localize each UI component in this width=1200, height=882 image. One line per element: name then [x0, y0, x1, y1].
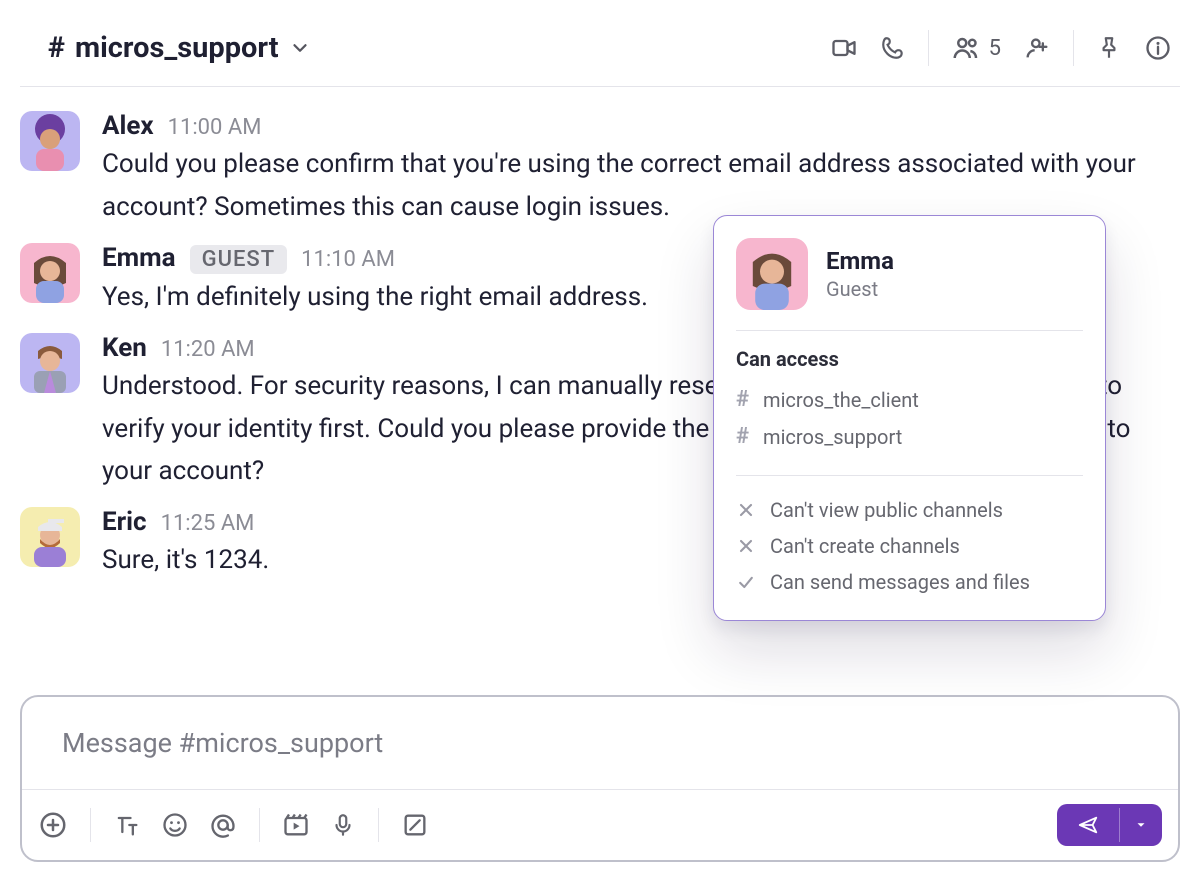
hash-icon: # [48, 31, 65, 65]
popover-permission-item: Can't create channels [736, 528, 1083, 564]
attach-icon[interactable] [38, 810, 68, 840]
check-icon [736, 572, 756, 592]
send-options-icon[interactable] [1119, 808, 1162, 842]
channel-header: # micros_support 5 [20, 20, 1180, 87]
members-button[interactable]: 5 [951, 33, 1001, 63]
info-icon[interactable] [1144, 34, 1172, 62]
avatar [736, 238, 808, 310]
popover-permission-item: Can send messages and files [736, 564, 1083, 600]
composer-toolbar [22, 789, 1178, 860]
shortcuts-icon[interactable] [401, 811, 429, 839]
user-profile-popover: Emma Guest Can access # micros_the_client… [713, 215, 1106, 621]
add-user-icon[interactable] [1023, 34, 1051, 62]
record-audio-icon[interactable] [330, 811, 356, 839]
channel-label: micros_support [763, 425, 902, 449]
permission-label: Can't create channels [770, 534, 960, 558]
guest-badge: GUEST [190, 245, 288, 274]
avatar[interactable] [20, 507, 80, 567]
permission-label: Can send messages and files [770, 570, 1030, 594]
separator [90, 808, 91, 842]
member-count: 5 [989, 36, 1001, 61]
message-author[interactable]: Eric [102, 507, 147, 537]
avatar[interactable] [20, 333, 80, 393]
pin-icon[interactable] [1096, 35, 1122, 61]
channel-name: micros_support [75, 31, 279, 65]
popover-channel-item[interactable]: # micros_the_client [736, 381, 1083, 418]
message-author[interactable]: Alex [102, 111, 154, 141]
avatar[interactable] [20, 111, 80, 171]
popover-access-title: Can access [736, 347, 1083, 371]
hash-icon: # [736, 424, 749, 449]
message-time: 11:00 AM [168, 115, 262, 140]
separator [259, 808, 260, 842]
avatar[interactable] [20, 243, 80, 303]
hash-icon: # [736, 387, 749, 412]
record-video-icon[interactable] [282, 811, 310, 839]
permission-label: Can't view public channels [770, 498, 1003, 522]
phone-call-icon[interactable] [880, 35, 906, 61]
separator [1073, 30, 1074, 66]
video-call-icon[interactable] [830, 34, 858, 62]
chat-window: # micros_support 5 [0, 0, 1200, 882]
send-button[interactable] [1057, 804, 1162, 846]
x-icon [736, 500, 756, 520]
popover-user-role: Guest [826, 277, 894, 301]
x-icon [736, 536, 756, 556]
separator [378, 808, 379, 842]
send-icon[interactable] [1057, 804, 1119, 846]
message-time: 11:10 AM [301, 247, 395, 272]
separator [736, 475, 1083, 476]
channel-title[interactable]: # micros_support [48, 31, 311, 65]
separator [736, 330, 1083, 331]
message-row: Alex 11:00 AM Could you please confirm t… [20, 99, 1180, 231]
header-actions: 5 [830, 30, 1172, 66]
message-author[interactable]: Ken [102, 333, 147, 363]
popover-user-name: Emma [826, 247, 894, 275]
popover-channel-item[interactable]: # micros_support [736, 418, 1083, 455]
format-icon[interactable] [113, 811, 141, 839]
mention-icon[interactable] [209, 811, 237, 839]
emoji-icon[interactable] [161, 811, 189, 839]
message-composer: Message #micros_support [20, 695, 1180, 862]
separator [928, 30, 929, 66]
chevron-down-icon [289, 37, 311, 59]
channel-label: micros_the_client [763, 388, 919, 412]
message-time: 11:25 AM [161, 511, 255, 536]
message-input[interactable]: Message #micros_support [22, 697, 1178, 789]
popover-permission-item: Can't view public channels [736, 492, 1083, 528]
message-time: 11:20 AM [161, 337, 255, 362]
message-author[interactable]: Emma [102, 243, 176, 273]
